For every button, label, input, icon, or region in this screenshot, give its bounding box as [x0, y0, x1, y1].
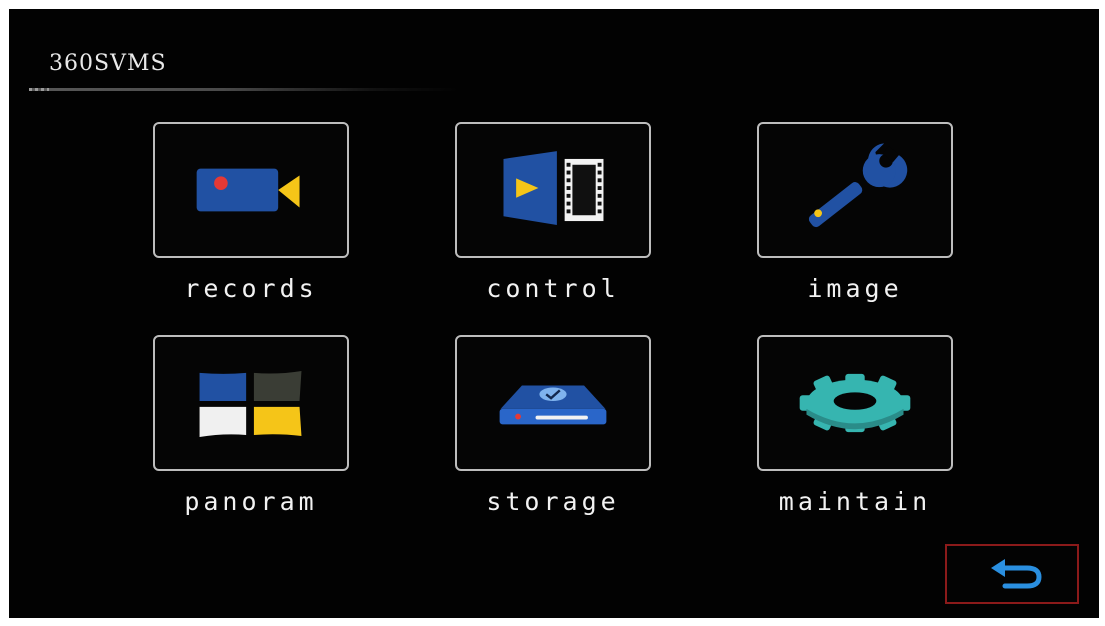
return-arrow-icon [991, 559, 1042, 589]
gear-icon [799, 373, 911, 433]
play-film-icon [503, 151, 604, 225]
title-underline [29, 88, 459, 91]
control-button[interactable] [455, 122, 651, 258]
hard-drive-icon [499, 385, 607, 425]
storage-button[interactable] [455, 335, 651, 471]
records-label: records [184, 274, 318, 303]
image-label: image [807, 274, 903, 303]
video-camera-icon [196, 168, 300, 212]
control-label: control [486, 274, 620, 303]
app-title: 360SVMS [49, 51, 167, 76]
main-screen: 360SVMS records control image panoram st… [9, 9, 1099, 618]
records-button[interactable] [153, 122, 349, 258]
panoram-button[interactable] [153, 335, 349, 471]
image-button[interactable] [757, 122, 953, 258]
title-underline-dots [29, 88, 49, 91]
panoram-label: panoram [184, 487, 318, 516]
maintain-button[interactable] [757, 335, 953, 471]
wrench-icon [808, 143, 908, 228]
storage-label: storage [486, 487, 620, 516]
back-button[interactable] [945, 544, 1079, 604]
maintain-label: maintain [778, 487, 932, 516]
panorama-quad-icon [199, 370, 302, 437]
